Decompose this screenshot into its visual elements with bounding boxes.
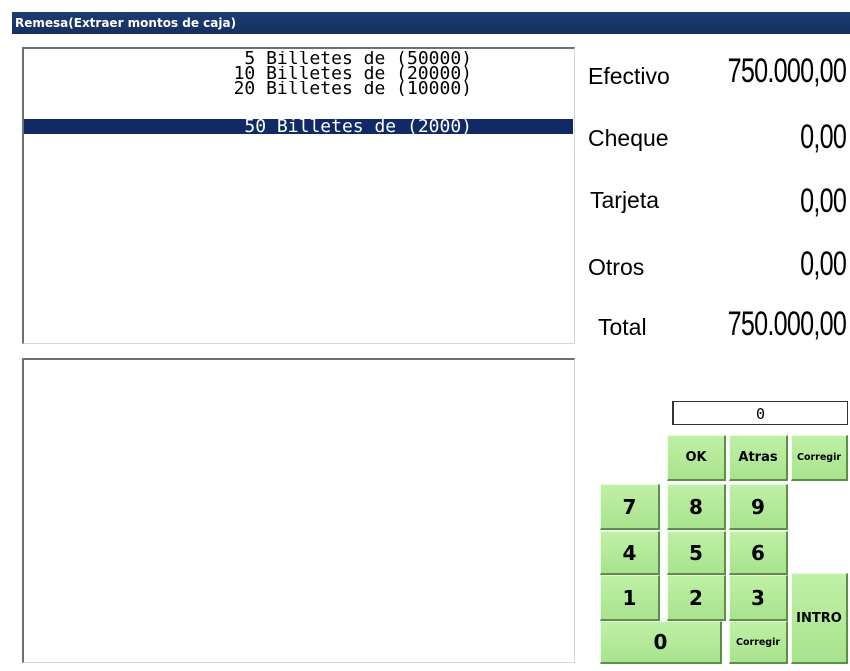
key-5-button[interactable]: 5 <box>667 531 726 575</box>
tarjeta-label: Tarjeta <box>590 187 660 213</box>
tarjeta-value: 0,00 <box>799 182 847 220</box>
key-6-button[interactable]: 6 <box>729 531 788 575</box>
window-title: Remesa(Extraer montos de caja) <box>15 16 237 30</box>
cheque-label: Cheque <box>588 125 669 151</box>
key-2-button[interactable]: 2 <box>667 575 726 621</box>
otros-label: Otros <box>588 254 645 280</box>
window-title-bar: Remesa(Extraer montos de caja) <box>12 12 850 34</box>
key-0-button[interactable]: 0 <box>600 621 722 664</box>
keypad-display[interactable]: 0 <box>672 401 848 425</box>
cheque-value: 0,00 <box>799 118 847 156</box>
list-item-text: 50 Billetes de (2000) <box>244 119 472 134</box>
total-value: 750.000,00 <box>727 305 846 343</box>
list-item[interactable]: 20 Billetes de (10000) <box>24 81 573 96</box>
efectivo-value: 750.000,00 <box>727 52 846 90</box>
denomination-list[interactable]: 5 Billetes de (50000) 10 Billetes de (20… <box>22 47 575 344</box>
key-3-button[interactable]: 3 <box>729 575 788 621</box>
efectivo-label: Efectivo <box>588 63 670 89</box>
list-item[interactable]: 10 Billetes de (20000) <box>24 66 573 81</box>
key-9-button[interactable]: 9 <box>729 484 788 530</box>
otros-value: 0,00 <box>799 245 847 283</box>
key-8-button[interactable]: 8 <box>667 484 726 530</box>
list-item[interactable]: 5 Billetes de (50000) <box>24 51 573 66</box>
key-1-button[interactable]: 1 <box>600 575 660 621</box>
key-4-button[interactable]: 4 <box>600 531 660 575</box>
total-label: Total <box>598 314 647 340</box>
corregir-bottom-button[interactable]: Corregir <box>729 621 788 664</box>
atras-button[interactable]: Atras <box>729 435 788 481</box>
intro-button[interactable]: INTRO <box>791 573 848 664</box>
list-item-text: 20 Billetes de (10000) <box>233 81 472 96</box>
list-item-selected[interactable]: 50 Billetes de (2000) <box>24 119 573 134</box>
corregir-top-button[interactable]: Corregir <box>791 435 848 481</box>
list-item-text: 5 Billetes de (50000) <box>244 51 472 66</box>
ok-button[interactable]: OK <box>667 435 726 481</box>
key-7-button[interactable]: 7 <box>600 484 660 530</box>
detail-panel <box>22 358 575 663</box>
list-item-text: 10 Billetes de (20000) <box>233 66 472 81</box>
